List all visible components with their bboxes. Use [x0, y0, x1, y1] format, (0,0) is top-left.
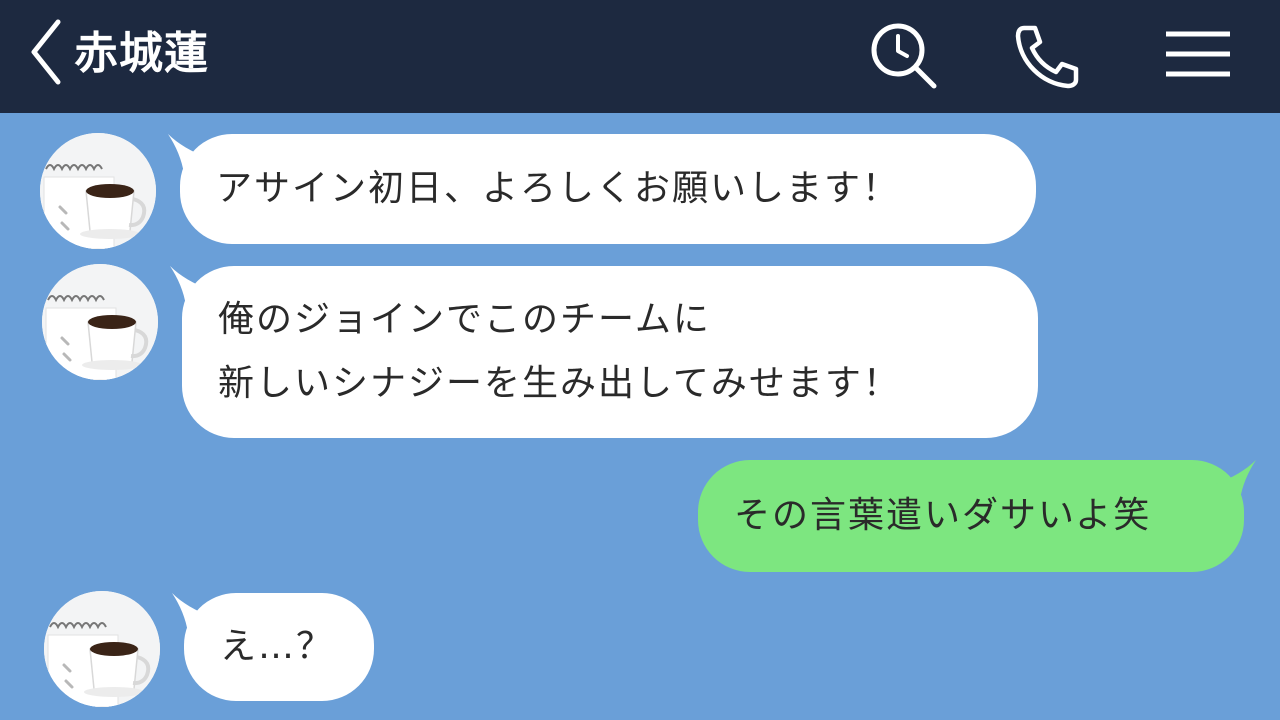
message-text: え…？: [220, 626, 335, 667]
bubble-tail: [1216, 460, 1256, 500]
phone-icon: [1015, 25, 1079, 89]
bubble-tail: [172, 593, 212, 633]
contact-avatar[interactable]: [44, 591, 160, 707]
hamburger-menu-icon: [1166, 31, 1230, 77]
back-button[interactable]: [24, 16, 68, 88]
coffee-cup-avatar: [44, 591, 160, 707]
contact-avatar[interactable]: [42, 264, 158, 380]
contact-avatar[interactable]: [40, 133, 156, 249]
coffee-cup-avatar: [40, 133, 156, 249]
bubble-tail: [170, 266, 210, 306]
chat-title: 赤城蓮: [74, 28, 209, 79]
search-clock-icon: [871, 23, 937, 89]
coffee-cup-avatar: [42, 264, 158, 380]
message-text: アサイン初日、よろしくお願いします！: [216, 168, 901, 209]
chevron-left-icon: [31, 19, 61, 85]
message-bubble-incoming[interactable]: アサイン初日、よろしくお願いします！: [168, 134, 1036, 244]
search-button[interactable]: [864, 20, 940, 92]
message-bubble-incoming[interactable]: 俺のジョインでこのチームに 新しいシナジーを生み出してみせます！: [170, 266, 1038, 438]
message-bubble-incoming[interactable]: え…？: [172, 593, 374, 701]
menu-button[interactable]: [1160, 20, 1236, 92]
message-text: 俺のジョインでこのチームに: [218, 299, 711, 340]
bubble-tail: [168, 134, 208, 174]
message-bubble-outgoing[interactable]: その言葉遣いダサいよ笑: [698, 460, 1256, 572]
message-text: その言葉遣いダサいよ笑: [734, 495, 1152, 536]
call-button[interactable]: [1008, 20, 1084, 92]
chat-header: 赤城蓮: [0, 0, 1280, 113]
message-text: 新しいシナジーを生み出してみせます！: [218, 363, 901, 404]
